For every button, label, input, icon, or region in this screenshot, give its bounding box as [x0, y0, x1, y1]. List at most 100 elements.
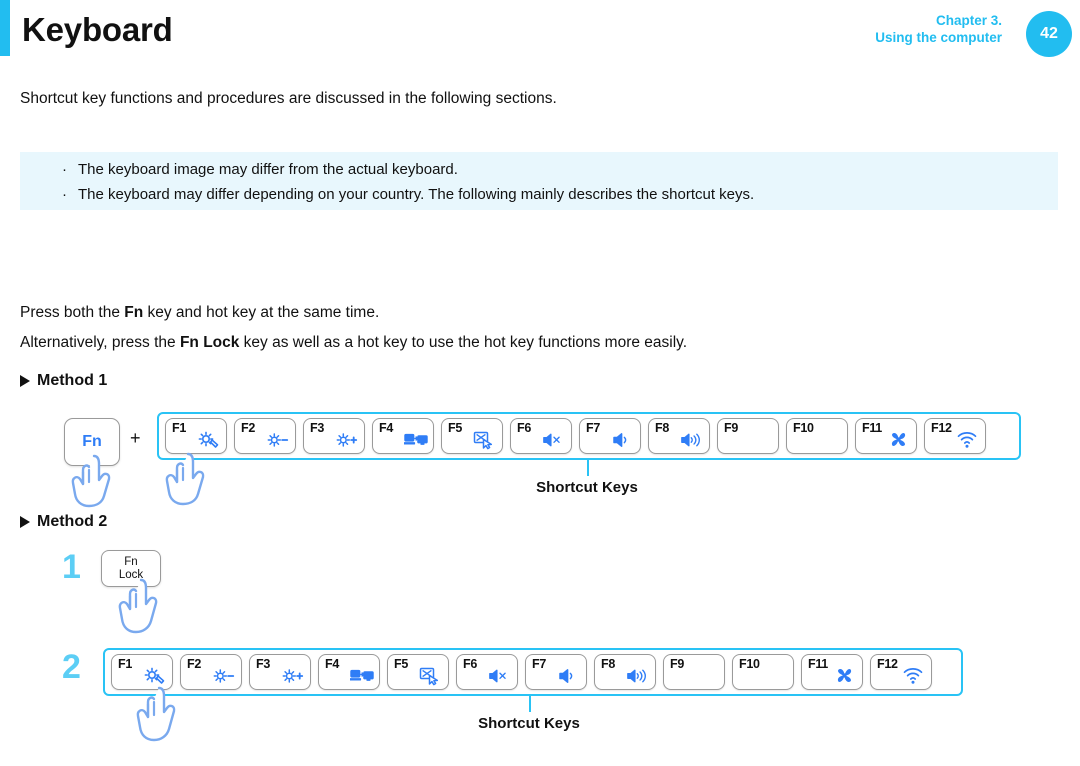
key-label: F7 — [586, 421, 600, 435]
touchpad-off-icon — [473, 430, 497, 450]
key-label: F12 — [877, 657, 898, 671]
volume-down-icon — [611, 430, 635, 450]
method-1-heading-text: Method 1 — [37, 372, 108, 389]
key-label: F3 — [310, 421, 324, 435]
key-f8[interactable]: F8 — [648, 418, 710, 454]
key-label: F6 — [517, 421, 531, 435]
method-1-heading: Method 1 — [20, 372, 107, 390]
brightness-down-icon — [212, 666, 236, 686]
paragraph-text-before: Press both the — [20, 304, 125, 321]
page-header: Keyboard Chapter 3. Using the computer 4… — [0, 0, 1080, 62]
key-label: F10 — [739, 657, 760, 671]
fan-icon — [833, 666, 857, 686]
note-bullet-row: · The keyboard may differ depending on yo… — [62, 185, 754, 205]
fn-lock-key[interactable]: Fn Lock — [101, 550, 161, 587]
shortcut-key-row-method-2: F1 F2 F3 F4 F5 F6 F7 F8 F9 F10 F11 F12 — [103, 648, 963, 696]
key-f7[interactable]: F7 — [525, 654, 587, 690]
step-number-1: 1 — [62, 548, 81, 586]
key-f3[interactable]: F3 — [303, 418, 365, 454]
key-f11[interactable]: F11 — [801, 654, 863, 690]
callout-leader-line — [587, 460, 590, 476]
fn-lock-line-1: Fn — [124, 555, 138, 568]
paragraph-text-before: Alternatively, press the — [20, 334, 180, 351]
chapter-name: Using the computer — [875, 30, 1002, 45]
key-f12[interactable]: F12 — [924, 418, 986, 454]
brightness-up-icon — [281, 666, 305, 686]
key-label: F3 — [256, 657, 270, 671]
key-label: F4 — [325, 657, 339, 671]
paragraph-text-bold: Fn Lock — [179, 334, 240, 351]
note-bullet-text: The keyboard image may differ from the a… — [78, 161, 458, 178]
shortcut-keys-callout: Shortcut Keys — [478, 715, 580, 732]
key-label: F8 — [655, 421, 669, 435]
key-list: F1 F2 F3 F4 F5 F6 F7 F8 F9 F10 F11 F12 — [105, 650, 961, 694]
key-f6[interactable]: F6 — [456, 654, 518, 690]
bullet-glyph: · — [62, 161, 67, 178]
brightness-up-icon — [335, 430, 359, 450]
key-f3[interactable]: F3 — [249, 654, 311, 690]
chapter-number: Chapter 3. — [935, 13, 1002, 28]
page-number-badge: 42 — [1026, 11, 1072, 57]
key-label: F9 — [724, 421, 738, 435]
fn-key[interactable]: Fn — [64, 418, 120, 466]
intro-text: Shortcut key functions and procedures ar… — [20, 90, 557, 107]
paragraph-text-after: key and hot key at the same time. — [143, 304, 380, 321]
manual-page: Keyboard Chapter 3. Using the computer 4… — [0, 0, 1080, 766]
key-f12[interactable]: F12 — [870, 654, 932, 690]
key-f4[interactable]: F4 — [318, 654, 380, 690]
key-label: F11 — [808, 657, 828, 671]
key-f5[interactable]: F5 — [441, 418, 503, 454]
key-label: F5 — [394, 657, 408, 671]
key-f1[interactable]: F1 — [111, 654, 173, 690]
wifi-icon — [902, 666, 926, 686]
settings-gear-icon — [197, 430, 221, 450]
paragraph-fn-lock: Alternatively, press the Fn Lock key as … — [20, 332, 687, 354]
key-label: F6 — [463, 657, 477, 671]
key-f4[interactable]: F4 — [372, 418, 434, 454]
key-label: F2 — [241, 421, 255, 435]
key-f11[interactable]: F11 — [855, 418, 917, 454]
key-f9[interactable]: F9 — [717, 418, 779, 454]
key-f6[interactable]: F6 — [510, 418, 572, 454]
key-f8[interactable]: F8 — [594, 654, 656, 690]
key-label: F11 — [862, 421, 882, 435]
bullet-glyph: · — [62, 186, 67, 203]
key-label: F4 — [379, 421, 393, 435]
key-f2[interactable]: F2 — [180, 654, 242, 690]
paragraph-fn-key: Press both the Fn key and hot key at the… — [20, 302, 379, 324]
header-accent-bar — [0, 0, 10, 56]
method-2-heading-text: Method 2 — [37, 513, 108, 530]
key-label: F9 — [670, 657, 684, 671]
paragraph-text-bold: Fn — [124, 304, 144, 321]
page-title: Keyboard — [22, 11, 173, 48]
key-label: F10 — [793, 421, 814, 435]
shortcut-keys-callout: Shortcut Keys — [536, 479, 638, 496]
key-f10[interactable]: F10 — [786, 418, 848, 454]
brightness-down-icon — [266, 430, 290, 450]
triangle-bullet-icon — [20, 375, 30, 387]
key-f10[interactable]: F10 — [732, 654, 794, 690]
key-f9[interactable]: F9 — [663, 654, 725, 690]
key-list: F1 F2 F3 F4 F5 F6 F7 F8 F9 F10 F11 F12 — [159, 414, 1019, 458]
chapter-label: Chapter 3. Using the computer — [875, 12, 1002, 46]
key-f7[interactable]: F7 — [579, 418, 641, 454]
triangle-bullet-icon — [20, 516, 30, 528]
volume-mute-icon — [488, 666, 512, 686]
note-bullet-text: The keyboard may differ depending on you… — [78, 186, 755, 203]
settings-gear-icon — [143, 666, 167, 686]
note-bullet-row: · The keyboard image may differ from the … — [62, 160, 458, 180]
touchpad-off-icon — [419, 666, 443, 686]
step-number-2: 2 — [62, 648, 81, 686]
note-box: · The keyboard image may differ from the … — [20, 152, 1058, 210]
external-display-icon — [350, 666, 374, 686]
shortcut-key-row-method-1: F1 F2 F3 F4 F5 F6 F7 F8 F9 F10 F11 F12 — [157, 412, 1021, 460]
volume-up-icon — [626, 666, 650, 686]
key-label: F1 — [172, 421, 186, 435]
key-f5[interactable]: F5 — [387, 654, 449, 690]
fn-lock-line-2: Lock — [118, 568, 144, 581]
key-f1[interactable]: F1 — [165, 418, 227, 454]
key-f2[interactable]: F2 — [234, 418, 296, 454]
key-label: F5 — [448, 421, 462, 435]
wifi-icon — [956, 430, 980, 450]
key-label: F2 — [187, 657, 201, 671]
